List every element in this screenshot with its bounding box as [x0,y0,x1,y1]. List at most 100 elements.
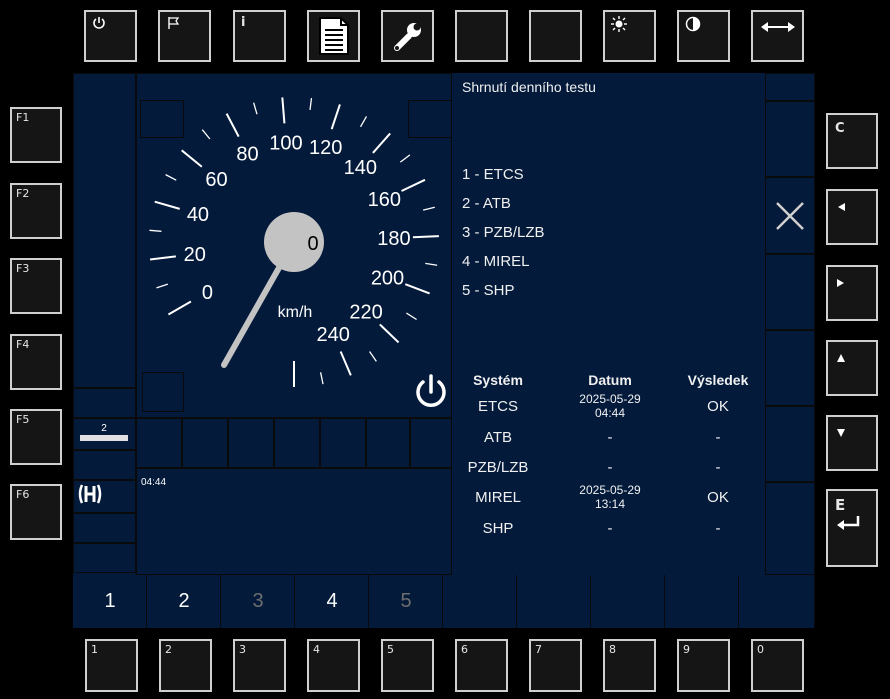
arrow-up-button[interactable] [826,340,878,396]
key-7-label: 7 [535,643,542,656]
tab-1[interactable]: 1 [74,575,147,628]
arrow-down-button[interactable] [826,415,878,471]
message-area [136,468,452,575]
wrench-icon [383,12,432,60]
speed-tick [154,200,180,210]
f5-label: F5 [16,413,30,426]
arrow-down-icon [836,425,846,443]
f6-label: F6 [16,488,30,501]
clear-button[interactable]: C [826,113,878,169]
contrast-icon [685,16,701,37]
system-item-atb[interactable]: 2 - ATB [462,195,511,212]
speed-label: 200 [371,267,404,289]
contrast-button[interactable] [677,10,730,62]
speed-tick [281,97,286,124]
left-strip-cell [73,450,136,480]
arrow-right-icon [836,275,846,293]
speed-tick [225,113,240,138]
table-row-result: - [715,429,721,446]
tab-5[interactable]: 5 [370,575,443,628]
speed-unit: km/h [278,304,313,321]
wrench-button[interactable] [381,10,434,62]
speed-label: 100 [269,132,302,154]
gear-bar [80,435,128,441]
key-8-button[interactable]: 8 [603,639,656,692]
key-1-label: 1 [91,643,98,656]
table-row-time: 13:14 [594,497,626,511]
tab-2[interactable]: 2 [148,575,221,628]
f2-button[interactable]: F2 [10,183,62,239]
speed-label: 60 [205,169,227,191]
key-0-button[interactable]: 0 [751,639,804,692]
speed-tick [369,351,377,362]
brightness-button[interactable] [603,10,656,62]
f5-button[interactable]: F5 [10,409,62,465]
blank-button-2[interactable] [529,10,582,62]
tab-4[interactable]: 4 [296,575,369,628]
f1-label: F1 [16,111,30,124]
document-icon [309,12,358,60]
status-cell [182,418,228,468]
key-3-button[interactable]: 3 [233,639,286,692]
speed-label: 180 [377,228,410,250]
arrow-left-icon [836,199,846,217]
table-row-system: SHP [482,520,514,537]
f1-button[interactable]: F1 [10,107,62,163]
speedometer: 0 20 40 60 80 100 120140 160 180 200 220240 0 km/h [149,97,439,387]
panel-title: Shrnutí denního testu [462,79,596,95]
key-4-button[interactable]: 4 [307,639,360,692]
tab-empty [666,575,739,628]
key-2-button[interactable]: 2 [159,639,212,692]
f4-button[interactable]: F4 [10,334,62,390]
table-row-system: PZB/LZB [467,459,529,476]
blank-button-1[interactable] [455,10,508,62]
speed-label: 220 [349,301,382,323]
system-item-shp[interactable]: 5 - SHP [462,282,515,299]
table-row-system: MIREL [475,489,521,506]
tab-3[interactable]: 3 [222,575,295,628]
key-4-label: 4 [313,643,320,656]
speed-tick [339,351,352,376]
speed-label: 20 [184,244,206,266]
system-item-mirel[interactable]: 4 - MIREL [462,253,530,270]
swap-button[interactable] [751,10,804,62]
key-6-button[interactable]: 6 [455,639,508,692]
speed-label: 140 [344,157,377,179]
enter-label: E [835,496,846,514]
arrow-right-button[interactable] [826,265,878,321]
power-button[interactable] [84,10,137,62]
system-item-pzb-lzb[interactable]: 3 - PZB/LZB [462,224,545,241]
time-label: 04:44 [141,477,167,488]
f6-button[interactable]: F6 [10,484,62,540]
right-strip-cell [765,330,815,406]
right-strip-cell [765,101,815,177]
key-7-button[interactable]: 7 [529,639,582,692]
col-header-system: Systém [473,372,523,388]
speed-label: 160 [368,189,401,211]
clear-icon: C [835,121,845,136]
key-9-button[interactable]: 9 [677,639,730,692]
info-button[interactable]: i [233,10,286,62]
flag-button[interactable] [158,10,211,62]
system-item-etcs[interactable]: 1 - ETCS [462,166,524,183]
enter-button[interactable]: E [826,489,878,567]
key-1-button[interactable]: 1 [85,639,138,692]
f2-label: F2 [16,187,30,200]
speed-label: 0 [202,282,213,304]
status-cell [274,418,320,468]
key-9-label: 9 [683,643,690,656]
arrow-left-button[interactable] [826,189,878,245]
table-row-result: - [715,520,721,537]
key-5-button[interactable]: 5 [381,639,434,692]
speed-tick [372,132,391,154]
speed-tick [330,104,341,130]
document-button[interactable] [307,10,360,62]
brake-icon [77,482,103,511]
key-8-label: 8 [609,643,616,656]
f4-label: F4 [16,338,30,351]
close-button[interactable] [765,177,815,254]
table-row-date: - [607,459,613,476]
speed-label: 240 [317,324,350,346]
f3-button[interactable]: F3 [10,258,62,314]
info-icon: i [241,15,246,30]
